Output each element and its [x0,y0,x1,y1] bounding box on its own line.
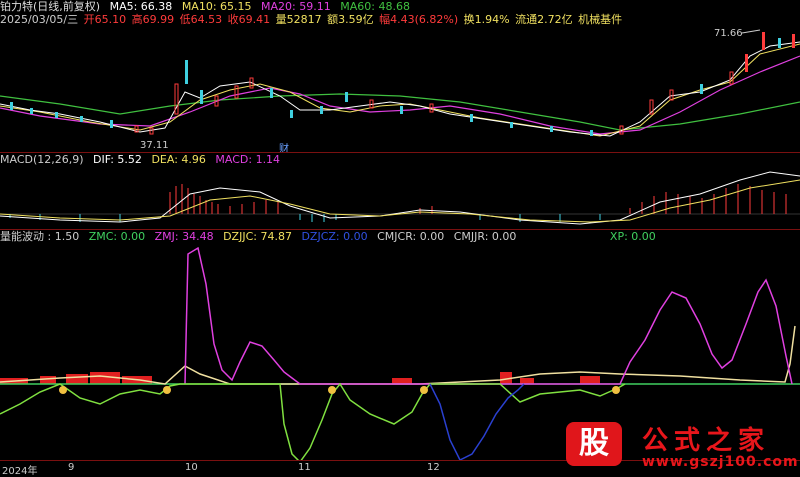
float-readout: 流通2.72亿 [515,13,573,26]
xp-readout: XP: 0.00 [609,230,656,243]
price-header-row-1: 铂力特(日线,前复权) MA5: 66.38 MA10: 65.15 MA20:… [0,0,416,14]
high-price-pointer [741,29,761,34]
dzjjc-readout: DZJJC: 74.87 [223,230,292,243]
macd-chart-svg[interactable] [0,166,800,228]
high-price-label: 71.66 [714,28,743,39]
change-readout: 幅4.43(6.82%) [379,13,459,26]
axis-month-9: 9 [68,462,75,473]
watermark-title: 公式之家 [642,426,771,456]
zmc-line [0,382,626,460]
signal-marker[interactable] [420,386,428,394]
signal-marker[interactable] [328,386,336,394]
axis-year-label: 2024年 [2,466,38,477]
stock-name[interactable]: 铂力特(日线,前复权) [0,0,100,13]
axis-month-12: 12 [427,462,440,473]
ma5-readout: MA5: 66.38 [109,0,173,13]
zmj-line [184,246,793,385]
signal-marker[interactable] [612,386,620,394]
watermark-url: www.gszj100.com [642,454,799,470]
dea-readout: DEA: 4.96 [151,153,206,166]
zmj-readout: ZMJ: 34.48 [154,230,214,243]
ma20-readout: MA20: 59.11 [261,0,331,13]
indicator-header-row: 量能波动 : 1.50 ZMC: 0.00 ZMJ: 34.48 DZJJC: … [0,230,662,244]
dzjcz-line [429,383,525,460]
amount-readout: 额3.59亿 [327,13,374,26]
ma10-readout: MA10: 65.15 [181,0,252,13]
ma5-line [0,41,800,137]
turnover-readout: 换1.94% [463,13,510,26]
macd-chart-pane[interactable] [0,166,800,228]
dif-readout: DIF: 5.52 [93,153,142,166]
macd-histogram [0,184,800,222]
macd-header-row: MACD(12,26,9) DIF: 5.52 DEA: 4.96 MACD: … [0,153,286,167]
financial-report-marker[interactable]: 财 [279,142,289,152]
price-header-row-2: 2025/03/05/三 开65.10 高69.99 低64.53 收69.41… [0,13,628,27]
cmjcr-readout: CMJCR: 0.00 [377,230,445,243]
candlesticks [10,32,795,136]
site-watermark: 股 公式之家 www.gszj100.com [558,420,800,474]
signal-marker[interactable] [59,386,67,394]
sector-readout[interactable]: 机械基件 [578,13,622,26]
price-chart-svg[interactable]: 71.66 37.11 财 [0,26,800,152]
macd-name[interactable]: MACD(12,26,9) [0,153,84,166]
macd-readout: MACD: 1.14 [215,153,281,166]
open-readout: 开65.10 [83,13,127,26]
dzjcz-readout: DZJCZ: 0.00 [301,230,368,243]
axis-month-10: 10 [185,462,198,473]
high-readout: 高69.99 [131,13,175,26]
axis-month-11: 11 [298,462,311,473]
indicator-name[interactable]: 量能波动 : 1.50 [0,230,79,243]
close-readout: 收69.41 [227,13,271,26]
low-readout: 低64.53 [179,13,223,26]
date-readout: 2025/03/05/三 [0,13,79,26]
cmjjr-readout: CMJJR: 0.00 [453,230,517,243]
volume-readout: 量52817 [275,13,322,26]
ma10-line [0,43,800,137]
watermark-logo: 股 [566,422,622,466]
zmc-readout: ZMC: 0.00 [88,230,146,243]
low-price-label: 37.11 [140,140,169,151]
ma60-readout: MA60: 48.68 [340,0,410,13]
signal-marker[interactable] [163,386,171,394]
price-chart-pane[interactable]: 71.66 37.11 财 [0,26,800,152]
